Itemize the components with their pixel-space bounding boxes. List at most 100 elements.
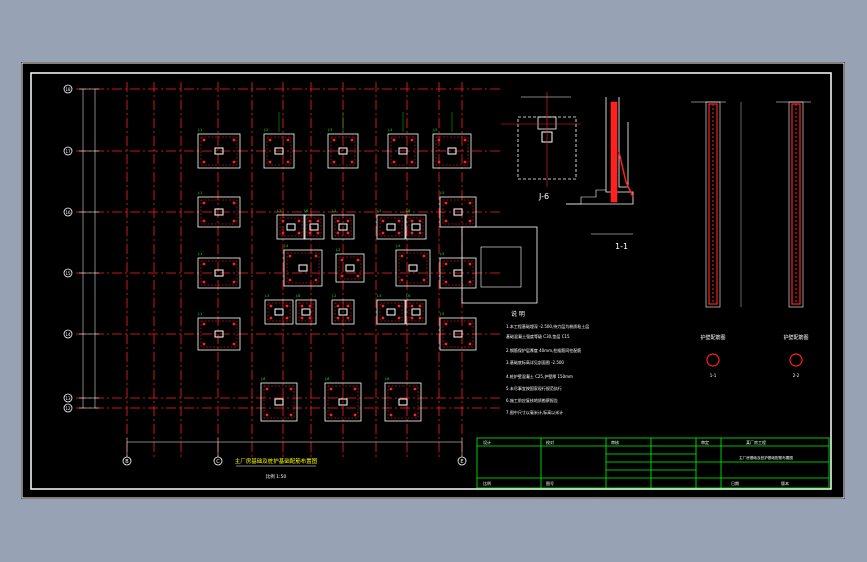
project-name: 某厂房工程 <box>746 439 766 445</box>
title-block <box>476 437 830 489</box>
detail-label: 护壁配筋图 <box>700 334 725 341</box>
footing-tag: J-1 <box>197 252 202 256</box>
row-label: 13 <box>65 396 71 401</box>
stair-footing <box>461 226 538 304</box>
footing-tag: J-3 <box>264 294 269 298</box>
row-label: 17 <box>65 149 71 154</box>
plan-scale: 比例 1:50 <box>266 473 287 480</box>
stair-footing-inner <box>480 246 522 288</box>
footing-tag: J-5 <box>439 252 444 256</box>
row-label: 16 <box>65 210 71 215</box>
tb-cell: 设计 <box>483 439 491 445</box>
footing: J-6 <box>405 294 427 325</box>
footing-tag: J-3 <box>276 209 281 213</box>
footing-tag: J-2 <box>331 294 336 298</box>
bottom-dimension-line <box>126 438 463 457</box>
row-label: 15 <box>65 271 71 276</box>
footing-tag: J-6 <box>405 294 410 298</box>
footing-tag: J-4 <box>283 244 289 248</box>
footing: J-5 <box>439 252 477 289</box>
footing: J-3 <box>376 209 406 240</box>
footing-tag: J-6 <box>324 377 329 381</box>
footing: J-4 <box>395 244 431 287</box>
note-line: 4.桩护壁混凝土 C25,护壁厚 150mm <box>506 373 573 379</box>
col-label: C <box>216 459 220 465</box>
row-label: 18 <box>65 87 71 92</box>
detail-mark: 1-1 <box>710 373 717 378</box>
detail-mark: 2-2 <box>793 373 800 378</box>
footing-tag: J-1 <box>197 312 202 316</box>
footing-tag: J-3 <box>327 128 332 132</box>
row-label: 14 <box>65 332 71 337</box>
footing: J-2 <box>263 128 295 169</box>
pile-detail-right <box>776 101 811 308</box>
tb-cell: 审核 <box>611 439 619 445</box>
footing: J-1 <box>197 191 241 228</box>
detail-label: 护壁配筋图 <box>783 334 808 341</box>
footing: J-6 <box>303 209 325 240</box>
footing-tag: J-6 <box>405 209 410 213</box>
footing: J-1 <box>197 252 241 289</box>
pile-section-circle <box>789 353 803 367</box>
footing: J-2 <box>331 294 355 325</box>
footing: J-6 <box>324 377 362 422</box>
tb-cell: 审定 <box>701 439 709 445</box>
tb-cell: 版本 <box>781 480 789 486</box>
section-label: 1-1 <box>615 242 628 251</box>
tb-cell: 日期 <box>731 480 739 486</box>
footing-tag: J-4 <box>395 244 401 248</box>
notes-title: 说 明 <box>511 310 525 318</box>
footing: J-5 <box>439 312 477 351</box>
footing: J-6 <box>405 209 427 240</box>
footing: J-6 <box>295 294 317 325</box>
footing-tag: J-2 <box>335 248 340 252</box>
note-line: 2.钢筋保护层厚度 40mm,柱插筋同柱配筋 <box>506 347 581 353</box>
footing-tag: J-2 <box>331 209 336 213</box>
footing-tag: J-6 <box>384 377 389 381</box>
footing-tag: J-5 <box>439 312 444 316</box>
footing: J-3 <box>327 128 359 169</box>
cad-drawing: 18 17 16 15 14 13 12 B C E J-1 J-2 J-3 J-4 J… <box>21 62 845 499</box>
footing-tag: J-3 <box>376 209 381 213</box>
left-dimension-chain <box>79 88 99 409</box>
note-line: 5.未尽事宜按国家现行规范执行 <box>506 385 562 391</box>
footing: J-3 <box>376 294 406 325</box>
section-j6: J-6 <box>501 92 581 201</box>
col-label: E <box>460 459 463 465</box>
plan-title: 主厂房基础及桩护基础配筋布置图 <box>235 457 318 465</box>
footing: J-5 <box>432 128 472 169</box>
row-axis-bubbles <box>63 84 73 413</box>
drawing-name: 主厂房基础及桩护基础配筋布置图 <box>739 455 793 460</box>
footing-tag: J-6 <box>303 209 308 213</box>
note-line: 7.图中尺寸以毫米计,标高以米计 <box>506 409 563 415</box>
note-line: 3.基础底标高详见剖面图 -2.500 <box>506 359 564 365</box>
section-label: J-6 <box>538 192 549 201</box>
row-label: 12 <box>65 406 71 411</box>
footing-tag: J-4 <box>387 128 393 132</box>
pile-section-circle <box>706 353 720 367</box>
inner-frame <box>30 72 832 490</box>
tb-cell: 校对 <box>546 439 554 445</box>
note-line: 基础混凝土强度等级 C30,垫层 C15 <box>506 333 570 339</box>
drawing-sheet: 18 17 16 15 14 13 12 B C E J-1 J-2 J-3 J-4 J… <box>21 62 845 499</box>
note-line: 1.本工程基础埋深 -2.500,持力层为粉质粘土层 <box>506 323 589 329</box>
footing: J-1 <box>197 312 241 351</box>
footing: J-4 <box>283 244 323 287</box>
tb-cell: 比例 <box>483 480 491 486</box>
footing: J-1 <box>197 128 241 169</box>
footing-plan: J-1 J-2 J-3 J-4 J-5 J-1 J-3 J-6 J-2 J-3 J-6 J-5 J-1 J… <box>197 112 477 422</box>
footing: J-3 <box>276 209 306 240</box>
footing-tag: J-5 <box>439 191 444 195</box>
footing-tag: J-1 <box>197 128 202 132</box>
footing: J-2 <box>335 248 365 283</box>
footing-tag: J-6 <box>295 294 300 298</box>
footing: J-4 <box>387 128 419 169</box>
notes-list: 1.本工程基础埋深 -2.500,持力层为粉质粘土层 基础混凝土强度等级 C30… <box>506 323 589 415</box>
footing-tag: J-1 <box>197 191 202 195</box>
footing: J-2 <box>331 209 355 240</box>
pile-detail-left <box>691 101 742 308</box>
footing-tag: J-2 <box>263 128 268 132</box>
footing: J-6 <box>260 377 298 422</box>
footing: J-3 <box>264 294 294 325</box>
col-label: B <box>125 459 129 465</box>
